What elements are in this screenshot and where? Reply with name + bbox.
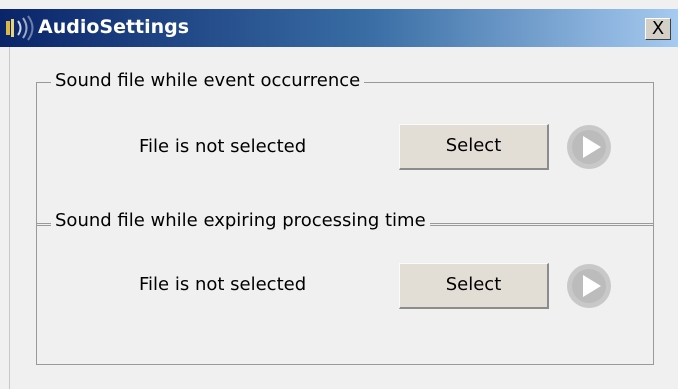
title-bar[interactable]: AudioSettings X: [0, 9, 678, 47]
expire-sound-status: File is not selected: [139, 274, 307, 295]
client-edge: [9, 47, 10, 389]
event-sound-status: File is not selected: [139, 136, 307, 157]
close-button[interactable]: X: [645, 18, 671, 40]
expire-sound-group: [36, 223, 654, 365]
expire-sound-select-button[interactable]: Select: [399, 263, 549, 309]
play-icon[interactable]: [566, 263, 612, 309]
play-icon[interactable]: [566, 124, 612, 170]
event-sound-select-button[interactable]: Select: [399, 124, 549, 170]
audio-settings-window: AudioSettings X Sound file while event o…: [0, 0, 678, 389]
event-sound-legend: Sound file while event occurrence: [51, 70, 365, 91]
speaker-icon: [4, 15, 36, 41]
event-sound-group: [36, 82, 654, 226]
expire-sound-legend: Sound file while expiring processing tim…: [51, 210, 430, 231]
window-title: AudioSettings: [38, 16, 190, 38]
